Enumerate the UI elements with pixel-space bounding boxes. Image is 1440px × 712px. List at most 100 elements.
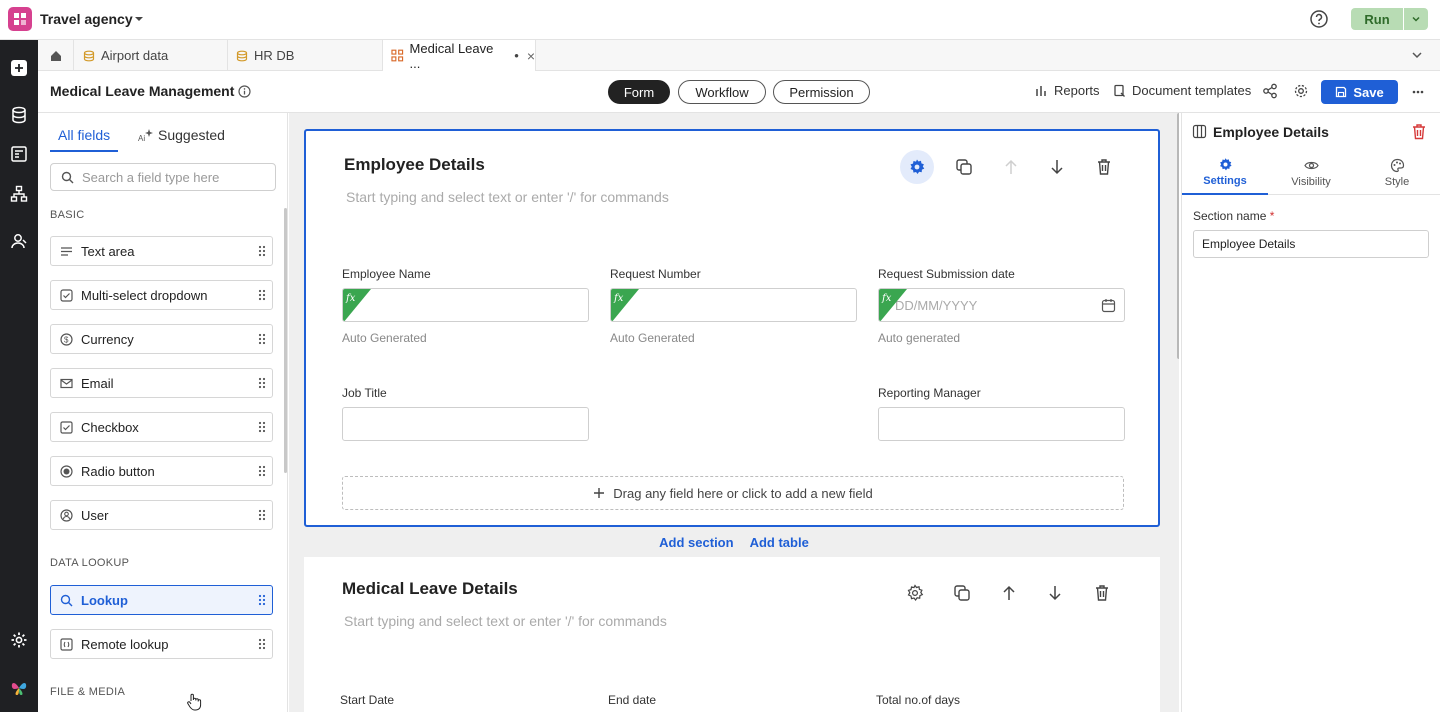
close-tab-icon[interactable]: ×	[527, 48, 535, 64]
drag-handle-icon[interactable]	[252, 245, 272, 257]
employee-name-input[interactable]: fx	[342, 288, 589, 322]
tab-label: HR DB	[254, 48, 295, 63]
palette-scrollbar[interactable]	[284, 208, 287, 473]
delete-section-trash-icon[interactable]	[1085, 576, 1119, 610]
add-field-dropzone[interactable]: Drag any field here or click to add a ne…	[342, 476, 1124, 510]
request-number-input[interactable]: fx	[610, 288, 857, 322]
add-table-link[interactable]: Add table	[750, 535, 809, 555]
section-settings-gear-icon[interactable]	[900, 150, 934, 184]
section-title[interactable]: Employee Details	[344, 155, 485, 175]
eye-icon	[1303, 161, 1319, 169]
app-name[interactable]: Travel agency	[40, 11, 133, 27]
tab-airport-data[interactable]: Airport data	[75, 40, 228, 71]
duplicate-section-icon[interactable]	[947, 150, 981, 184]
drag-handle-icon[interactable]	[252, 465, 272, 477]
field-label-end-date: End date	[608, 693, 657, 707]
field-label-total-days: Total no.of days	[876, 693, 961, 707]
drag-handle-icon[interactable]	[252, 333, 272, 345]
field-lookup[interactable]: Lookup	[50, 585, 273, 615]
field-multi-select-dropdown[interactable]: Multi-select dropdown	[50, 280, 273, 310]
drag-handle-icon[interactable]	[252, 594, 272, 606]
section-medical-leave-details[interactable]: Medical Leave Details Start typing and s…	[304, 557, 1160, 712]
database-icon[interactable]	[9, 105, 29, 125]
reporting-manager-input[interactable]	[878, 407, 1125, 441]
move-down-arrow-icon[interactable]	[1040, 150, 1074, 184]
plus-icon	[594, 488, 605, 498]
run-options-chevron-icon[interactable]	[1404, 8, 1428, 30]
calendar-icon[interactable]	[1101, 298, 1116, 313]
search-field-box[interactable]	[50, 163, 276, 191]
form-settings-gear-icon[interactable]	[1293, 83, 1309, 99]
workflow-icon[interactable]	[9, 184, 29, 204]
share-icon[interactable]	[1262, 83, 1278, 99]
forms-icon[interactable]	[9, 144, 29, 164]
add-icon[interactable]	[9, 58, 29, 78]
drag-handle-icon[interactable]	[252, 289, 272, 301]
tab-form[interactable]: Form	[608, 80, 670, 104]
tab-permission[interactable]: Permission	[773, 80, 870, 104]
tab-settings[interactable]: Settings	[1182, 151, 1268, 195]
drag-handle-icon[interactable]	[252, 377, 272, 389]
multi-select-icon	[51, 288, 81, 302]
tab-suggested[interactable]: Ai Suggested	[138, 127, 225, 143]
section-settings-gear-icon[interactable]	[898, 576, 932, 610]
delete-trash-icon[interactable]	[1411, 123, 1427, 140]
save-icon	[1336, 86, 1347, 98]
settings-gear-icon[interactable]	[9, 630, 29, 650]
reports-link[interactable]: Reports	[1035, 83, 1100, 98]
field-remote-lookup[interactable]: Remote lookup	[50, 629, 273, 659]
more-options-icon[interactable]	[1406, 80, 1430, 104]
home-tab-icon[interactable]	[38, 40, 74, 71]
drag-handle-icon[interactable]	[252, 421, 272, 433]
field-label-reporting-manager: Reporting Manager	[878, 386, 981, 400]
field-email[interactable]: Email	[50, 368, 273, 398]
section-description-placeholder[interactable]: Start typing and select text or enter '/…	[346, 189, 669, 205]
save-button[interactable]: Save	[1321, 80, 1398, 104]
request-submission-date-input[interactable]: DD/MM/YYYY fx	[878, 288, 1125, 322]
tab-medical-leave[interactable]: Medical Leave ... • ×	[383, 40, 536, 71]
section-name-input[interactable]	[1193, 230, 1429, 258]
section-name-label-text: Section name	[1193, 209, 1267, 223]
tab-style[interactable]: Style	[1354, 151, 1440, 195]
move-up-arrow-icon[interactable]	[992, 576, 1026, 610]
active-tab-indicator	[50, 150, 118, 152]
duplicate-section-icon[interactable]	[945, 576, 979, 610]
field-label: Text area	[81, 243, 135, 259]
section-description-placeholder[interactable]: Start typing and select text or enter '/…	[344, 613, 667, 629]
help-icon[interactable]	[1309, 9, 1329, 29]
user-icon	[51, 508, 81, 522]
field-hint-auto-generated: Auto generated	[878, 331, 961, 345]
document-templates-link[interactable]: Document templates	[1113, 83, 1251, 98]
app-switcher-caret-icon[interactable]	[134, 14, 144, 24]
drag-handle-icon[interactable]	[252, 638, 272, 650]
run-button[interactable]: Run	[1351, 8, 1403, 30]
tabs-overflow-chevron-icon[interactable]	[1410, 48, 1424, 62]
field-currency[interactable]: $ Currency	[50, 324, 273, 354]
move-down-arrow-icon[interactable]	[1038, 576, 1072, 610]
search-input[interactable]	[82, 169, 262, 185]
tab-all-fields[interactable]: All fields	[58, 127, 110, 143]
checkbox-icon	[51, 420, 81, 434]
tab-visibility[interactable]: Visibility	[1268, 151, 1354, 195]
field-text-area[interactable]: Text area	[50, 236, 273, 266]
canvas-scrollbar[interactable]	[1177, 113, 1179, 359]
field-radio-button[interactable]: Radio button	[50, 456, 273, 486]
settings-gear-icon	[1219, 158, 1232, 171]
users-icon[interactable]	[9, 231, 29, 251]
tab-settings-label: Settings	[1203, 175, 1247, 187]
tab-workflow[interactable]: Workflow	[678, 80, 766, 104]
tab-hr-db[interactable]: HR DB	[228, 40, 383, 71]
left-rail	[0, 40, 38, 712]
job-title-input[interactable]	[342, 407, 589, 441]
section-employee-details[interactable]: Employee Details Start typing and select…	[304, 129, 1160, 527]
field-checkbox[interactable]: Checkbox	[50, 412, 273, 442]
field-user[interactable]: User	[50, 500, 273, 530]
delete-section-trash-icon[interactable]	[1087, 150, 1121, 184]
info-icon[interactable]	[238, 85, 251, 98]
drag-handle-icon[interactable]	[252, 509, 272, 521]
category-file-media: FILE & MEDIA	[50, 686, 126, 698]
add-section-link[interactable]: Add section	[659, 535, 733, 555]
save-label: Save	[1353, 84, 1384, 100]
app-logo-icon[interactable]	[8, 7, 32, 31]
section-title[interactable]: Medical Leave Details	[342, 579, 518, 599]
